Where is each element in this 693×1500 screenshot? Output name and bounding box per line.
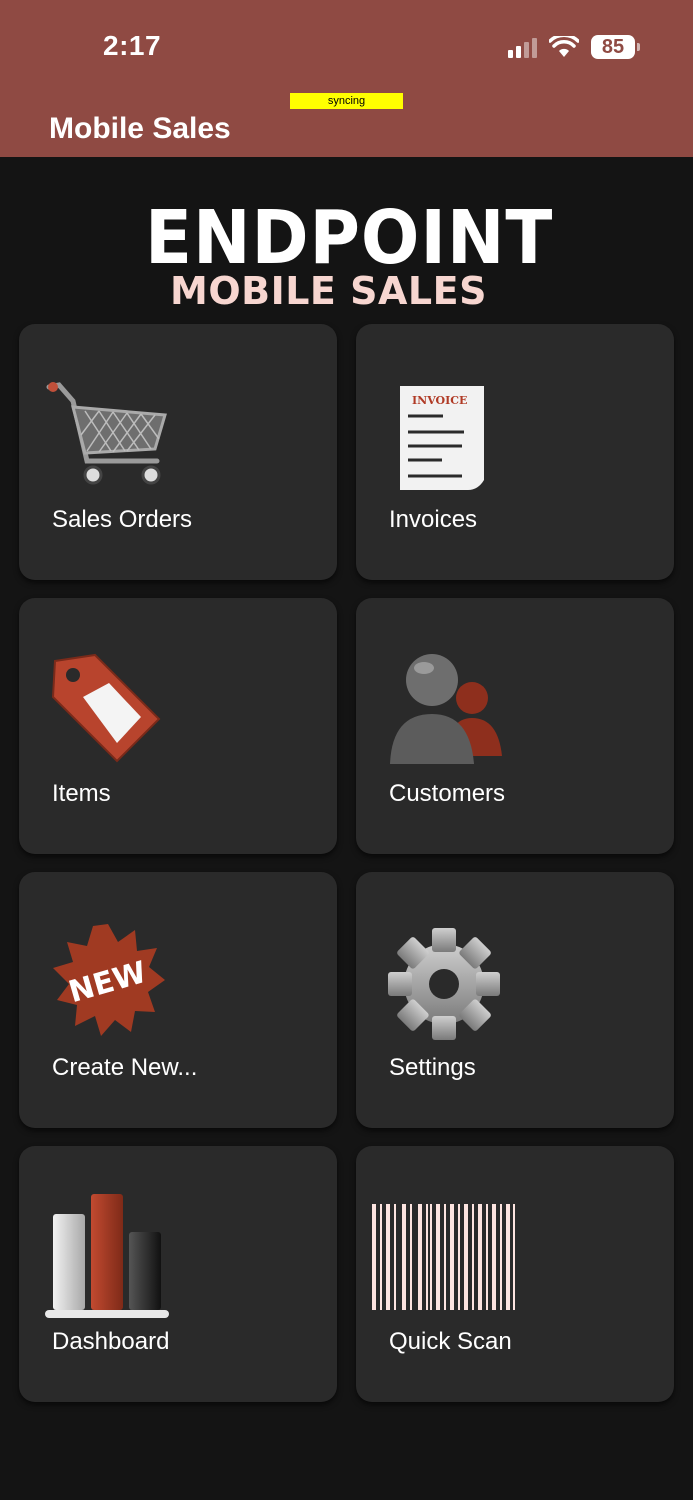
sync-status-badge: syncing xyxy=(290,93,403,109)
price-tag-icon xyxy=(51,653,161,763)
invoice-icon: INVOICE xyxy=(400,386,484,490)
tile-create-new[interactable]: NEW Create New... xyxy=(19,872,337,1128)
tile-settings[interactable]: Settings xyxy=(356,872,674,1128)
customers-icon xyxy=(390,654,502,764)
tile-label: Quick Scan xyxy=(389,1328,512,1355)
new-badge-icon: NEW xyxy=(53,924,165,1036)
tile-items[interactable]: Items xyxy=(19,598,337,854)
logo-sub-text: MOBILE SALES xyxy=(170,269,487,313)
barcode-icon xyxy=(372,1204,515,1310)
bar-chart-icon xyxy=(45,1194,169,1318)
battery-level: 85 xyxy=(601,35,625,58)
gear-icon xyxy=(388,928,500,1040)
page-title: Mobile Sales xyxy=(49,112,231,145)
endpoint-logo: ENDPOINT MOBILE SALES xyxy=(0,195,693,315)
wifi-icon xyxy=(549,36,579,57)
tile-invoices[interactable]: INVOICE Invoices xyxy=(356,324,674,580)
tile-customers[interactable]: Customers xyxy=(356,598,674,854)
tile-label: Customers xyxy=(389,780,506,807)
invoice-icon-text: INVOICE xyxy=(412,394,467,407)
status-time: 2:17 xyxy=(103,30,162,61)
cellular-signal-icon xyxy=(508,36,537,58)
logo-main-text: ENDPOINT xyxy=(145,195,554,281)
tile-label: Dashboard xyxy=(52,1328,170,1355)
tile-label: Items xyxy=(52,780,111,807)
tile-sales-orders[interactable]: Sales Orders xyxy=(19,324,337,580)
tile-label: Create New... xyxy=(52,1054,198,1081)
battery-icon: 85 xyxy=(591,35,640,59)
status-icons: 85 xyxy=(508,32,640,62)
tile-label: Settings xyxy=(389,1054,476,1081)
tile-quick-scan[interactable]: Quick Scan xyxy=(356,1146,674,1402)
tile-label: Invoices xyxy=(389,506,478,533)
tile-label: Sales Orders xyxy=(52,506,193,533)
app-header: 2:17 85 syncing Mobile Sales xyxy=(0,0,693,157)
shopping-cart-icon xyxy=(46,382,167,485)
tile-dashboard[interactable]: Dashboard xyxy=(19,1146,337,1402)
